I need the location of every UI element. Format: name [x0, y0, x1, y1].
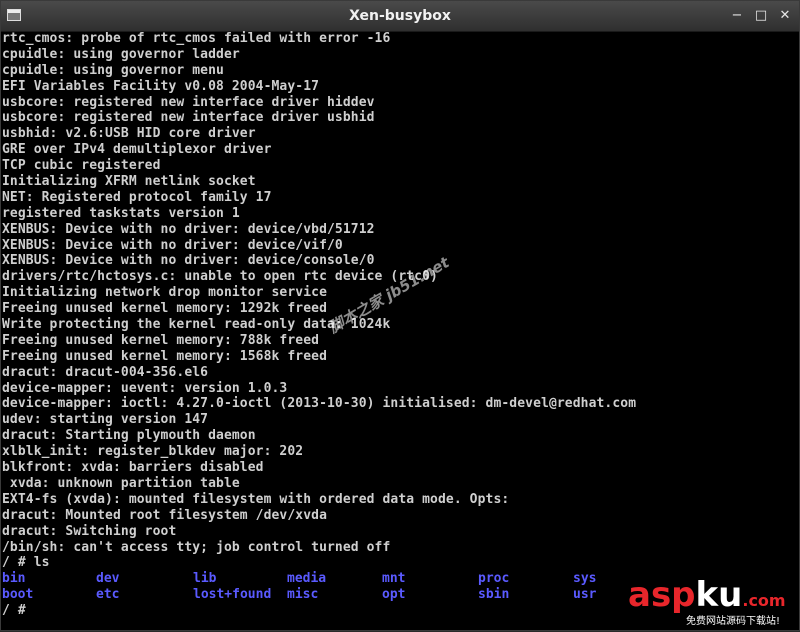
- title-bar[interactable]: Xen-busybox − □ ✕: [1, 1, 799, 32]
- directory-entry: media: [287, 571, 327, 587]
- directory-entry: misc: [287, 587, 319, 603]
- directory-entry: usr: [573, 587, 597, 603]
- terminal-line: rtc_cmos: probe of rtc_cmos failed with …: [2, 31, 391, 46]
- terminal-line: Freeing unused kernel memory: 788k freed: [2, 332, 320, 348]
- terminal-line: xlblk_init: register_blkdev major: 202: [2, 444, 304, 460]
- terminal-line: registered taskstats version 1: [2, 205, 240, 221]
- terminal-line: blkfront: xvda: barriers disabled: [2, 460, 264, 476]
- terminal-line: GRE over IPv4 demultiplexor driver: [2, 142, 272, 158]
- terminal-line: Freeing unused kernel memory: 1568k free…: [2, 348, 327, 364]
- terminal-line: usbhid: v2.6:USB HID core driver: [2, 126, 256, 142]
- terminal-line: / # ls: [2, 555, 50, 571]
- terminal-line: Initializing XFRM netlink socket: [2, 174, 256, 190]
- logo-subtitle: 免费网站源码下载站!: [686, 616, 781, 627]
- terminal-line: XENBUS: Device with no driver: device/vb…: [2, 221, 375, 237]
- terminal-line: NET: Registered protocol family 17: [2, 189, 272, 205]
- terminal-line: EFI Variables Facility v0.08 2004-May-17: [2, 78, 320, 94]
- directory-entry: opt: [382, 587, 406, 603]
- directory-entry: bin: [2, 571, 26, 587]
- directory-entry: dev: [96, 571, 120, 587]
- directory-entry: proc: [478, 571, 510, 587]
- terminal-line: XENBUS: Device with no driver: device/vi…: [2, 237, 343, 253]
- terminal-line: cpuidle: using governor ladder: [2, 46, 240, 62]
- terminal-line: usbcore: registered new interface driver…: [2, 94, 375, 110]
- terminal-line: TCP cubic registered: [2, 158, 161, 174]
- terminal-line: Freeing unused kernel memory: 1292k free…: [2, 301, 327, 317]
- terminal-line: Write protecting the kernel read-only da…: [2, 317, 391, 333]
- directory-entry: mnt: [382, 571, 406, 587]
- directory-entry: sbin: [478, 587, 510, 603]
- terminal-line: EXT4-fs (xvda): mounted filesystem with …: [2, 491, 510, 507]
- terminal-line: udev: starting version 147: [2, 412, 209, 428]
- terminal-line: dracut: Mounted root filesystem /dev/xvd…: [2, 507, 327, 523]
- directory-entry: sys: [573, 571, 597, 587]
- terminal-line: xvda: unknown partition table: [2, 475, 240, 491]
- minimize-icon[interactable]: −: [727, 6, 747, 26]
- terminal-line: device-mapper: ioctl: 4.27.0-ioctl (2013…: [2, 396, 637, 412]
- close-icon[interactable]: ✕: [775, 6, 795, 26]
- maximize-icon[interactable]: □: [751, 6, 771, 26]
- terminal-output[interactable]: rtc_cmos: probe of rtc_cmos failed with …: [1, 31, 799, 632]
- terminal-line: cpuidle: using governor menu: [2, 62, 224, 78]
- logo-part-asp: asp: [628, 575, 696, 615]
- terminal-line: device-mapper: uevent: version 1.0.3: [2, 380, 288, 396]
- terminal-line: dracut: Starting plymouth daemon: [2, 428, 256, 444]
- directory-entry: boot: [2, 587, 34, 603]
- terminal-line: usbcore: registered new interface driver…: [2, 110, 375, 126]
- directory-entry: lost+found: [193, 587, 272, 603]
- directory-entry: etc: [96, 587, 120, 603]
- terminal-line: dracut: dracut-004-356.el6: [2, 364, 209, 380]
- terminal-line: dracut: Switching root: [2, 523, 177, 539]
- terminal-window: Xen-busybox − □ ✕ rtc_cmos: probe of rtc…: [0, 0, 800, 631]
- directory-entry: lib: [193, 571, 217, 587]
- window-controls: − □ ✕: [727, 1, 795, 31]
- window-title: Xen-busybox: [349, 8, 451, 24]
- terminal-line: XENBUS: Device with no driver: device/co…: [2, 253, 375, 269]
- logo-part-com: .com: [742, 591, 786, 610]
- logo-part-ku: ku: [695, 575, 743, 615]
- terminal-line: /bin/sh: can't access tty; job control t…: [2, 539, 391, 555]
